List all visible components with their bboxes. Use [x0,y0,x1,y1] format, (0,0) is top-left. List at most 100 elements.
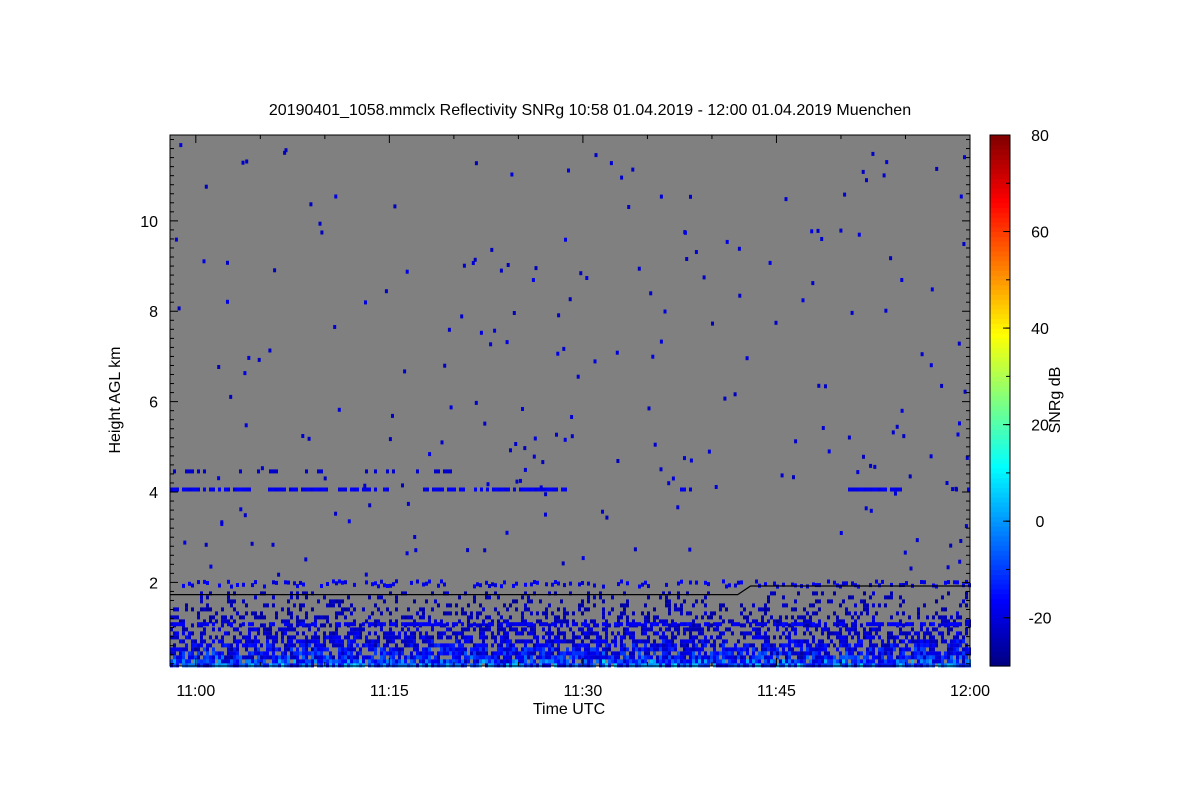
echo-cell [602,615,605,620]
echo-cell [875,655,878,660]
colorbar-segment [990,405,1010,411]
echo-cell [811,281,815,286]
echo-cell [710,635,713,640]
y-tick-label: 2 [149,575,158,592]
x-tick-label: 12:00 [950,683,990,700]
echo-cell [188,659,191,664]
echo-cell [617,663,620,668]
echo-cell [890,635,893,640]
echo-cell [230,663,233,668]
echo-cell [797,651,800,656]
echo-cell [905,581,908,586]
echo-cell [728,663,731,668]
echo-cell [318,221,322,226]
echo-cell [860,663,863,668]
echo-cell [671,639,674,644]
echo-cell [440,622,443,627]
echo-cell [248,643,251,648]
echo-cell [767,635,770,640]
echo-cell [287,607,290,612]
echo-cell [596,647,599,652]
echo-cell [494,635,497,640]
echo-cell [275,655,278,660]
echo-cell [773,659,776,664]
echo-cell [263,603,266,608]
echo-cell [293,651,296,656]
echo-cell [203,655,206,660]
echo-cell [365,643,368,648]
echo-cell [410,631,413,636]
echo-cell [734,643,737,648]
echo-cell [830,659,833,664]
echo-cell [461,663,464,668]
echo-cell [305,615,308,620]
echo-cell [671,622,674,627]
echo-cell [851,663,854,668]
echo-cell [332,643,335,648]
echo-cell [803,615,806,620]
colorbar-segment [990,443,1010,450]
echo-cell [836,663,839,668]
echo-cell [194,647,197,652]
echo-cell [881,639,884,644]
echo-cell [803,631,806,636]
colorbar-segment [990,540,1010,546]
echo-cell [555,487,558,492]
echo-cell [221,619,224,624]
echo-cell [605,515,609,520]
echo-cell [446,469,449,474]
echo-cell [839,635,842,640]
echo-cell [470,615,473,620]
echo-cell [956,615,959,620]
echo-cell [641,647,644,652]
echo-cell [301,434,305,438]
echo-cell [467,659,470,664]
echo-cell [383,655,386,660]
echo-cell [680,622,683,627]
echo-cell [251,622,254,627]
echo-cell [806,663,809,668]
echo-cell [590,627,593,632]
echo-cell [461,647,464,652]
echo-cell [590,639,593,644]
echo-cell [486,482,490,487]
echo-cell [518,631,521,636]
echo-cell [581,651,584,656]
echo-cell [260,643,263,648]
echo-cell [704,635,707,640]
echo-cell [543,487,546,492]
echo-cell [305,663,308,668]
echo-cell [929,651,932,656]
echo-cell [470,647,473,652]
echo-cell [464,627,467,632]
echo-cell [851,647,854,652]
echo-cell [200,663,203,668]
echo-cell [287,643,290,648]
echo-cell [851,595,854,600]
echo-cell [497,651,500,656]
echo-cell [422,663,425,668]
echo-cell [230,599,233,604]
echo-cell [209,564,213,569]
echo-cell [491,651,494,656]
echo-cell [872,603,875,608]
echo-cell [560,631,563,636]
echo-cell [458,639,461,644]
echo-cell [197,655,200,660]
echo-cell [491,643,494,648]
echo-cell [854,623,857,628]
echo-cell [467,639,470,644]
echo-cell [596,643,599,648]
echo-cell [944,663,947,668]
colorbar: -20020406080 [989,128,1052,667]
echo-cell [620,647,623,652]
echo-cell [743,623,746,628]
echo-cell [386,607,389,612]
echo-cell [191,643,194,648]
echo-cell [593,583,596,588]
echo-cell [545,651,548,656]
echo-cell [764,622,767,627]
echo-cell [668,647,671,652]
echo-cell [275,615,278,620]
echo-cell [227,647,230,652]
